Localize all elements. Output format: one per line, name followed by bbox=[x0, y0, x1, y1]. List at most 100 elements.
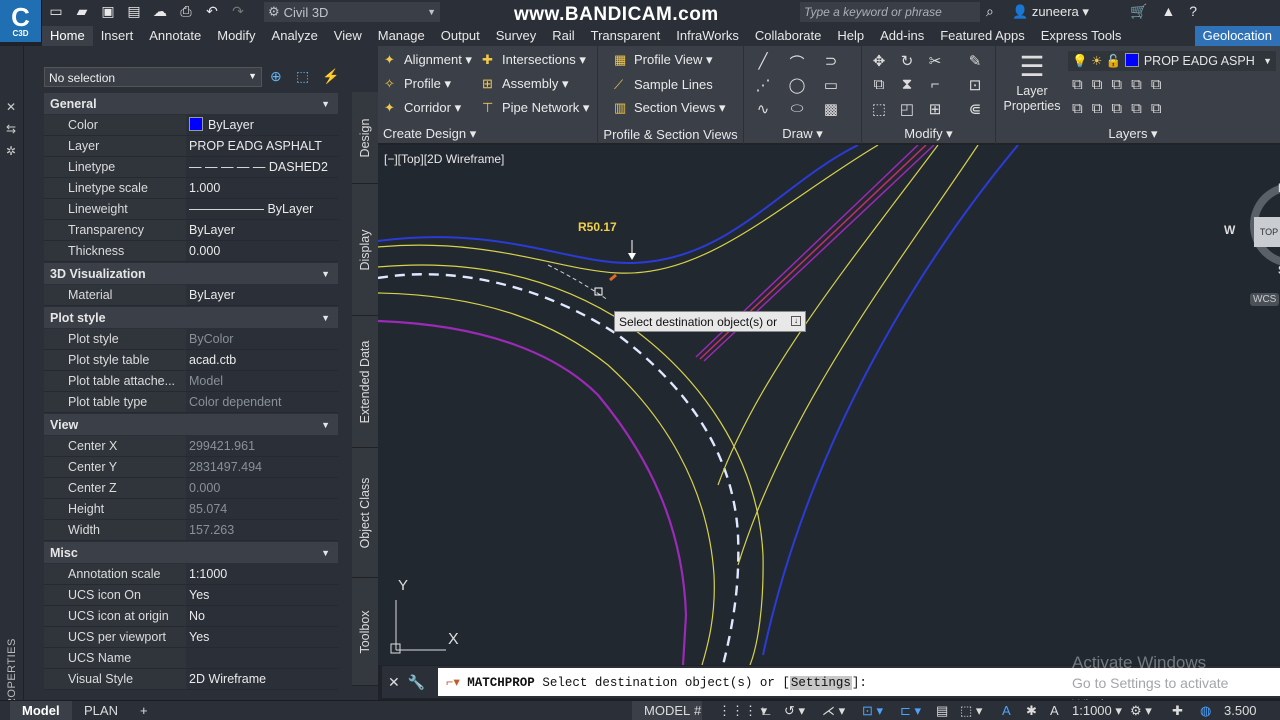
property-row[interactable]: Layer PROP EADG ASPHALT bbox=[44, 136, 338, 157]
draw-title[interactable]: Draw ▾ bbox=[744, 126, 861, 142]
user-account[interactable]: 👤 zuneera ▾ bbox=[1012, 4, 1089, 20]
corridor-button[interactable]: ✦ Corridor ▾ bbox=[384, 100, 461, 116]
offset-icon[interactable]: ⊃ bbox=[822, 52, 840, 70]
property-value[interactable]: 1:1000 bbox=[186, 564, 338, 584]
polar-icon[interactable]: ↺ ▾ bbox=[784, 703, 805, 719]
tab-plan[interactable]: PLAN bbox=[72, 701, 130, 720]
tab-home[interactable]: Home bbox=[42, 26, 93, 46]
property-row[interactable]: Visual Style 2D Wireframe bbox=[44, 669, 338, 690]
viewcube[interactable]: TOP N W S WCS bbox=[1224, 181, 1280, 306]
property-value[interactable]: ByLayer bbox=[186, 115, 338, 135]
alignment-button[interactable]: ✦ Alignment ▾ bbox=[384, 52, 472, 68]
trim-icon[interactable]: ✂ bbox=[926, 52, 944, 70]
property-row[interactable]: Lineweight —————— ByLayer bbox=[44, 199, 338, 220]
tab-manage[interactable]: Manage bbox=[370, 26, 433, 46]
property-value[interactable]: 299421.961 bbox=[186, 436, 338, 456]
category-misc[interactable]: Misc ▼ bbox=[44, 542, 338, 564]
layer-dropdown[interactable]: 💡 ☀ 🔓 PROP EADG ASPH ▼ bbox=[1068, 51, 1276, 71]
property-value[interactable]: 0.000 bbox=[186, 478, 338, 498]
property-row[interactable]: Linetype — — — — — DASHED2 bbox=[44, 157, 338, 178]
redo-icon[interactable]: ↷ bbox=[230, 3, 246, 19]
property-row[interactable]: Height 85.074 bbox=[44, 499, 338, 520]
app-logo[interactable]: C C3D bbox=[0, 0, 42, 42]
property-row[interactable]: UCS icon at origin No bbox=[44, 606, 338, 627]
lineweight-icon[interactable]: ▤ bbox=[936, 703, 948, 719]
annotation-visibility-icon[interactable]: A bbox=[1002, 703, 1011, 718]
rectangle-icon[interactable]: ▭ bbox=[822, 76, 840, 94]
property-row[interactable]: Plot style table acad.ctb bbox=[44, 350, 338, 371]
cart-icon[interactable]: 🛒 bbox=[1130, 3, 1147, 20]
property-value[interactable]: No bbox=[186, 606, 338, 626]
tab-view[interactable]: View bbox=[326, 26, 370, 46]
property-value[interactable]: 2D Wireframe bbox=[186, 669, 338, 689]
isodraft-icon[interactable]: ⋌ ▾ bbox=[822, 703, 845, 719]
construction-line-icon[interactable]: ⋰ bbox=[754, 76, 772, 94]
wcs-badge[interactable]: WCS bbox=[1250, 293, 1280, 306]
tab-geolocation[interactable]: Geolocation bbox=[1194, 26, 1280, 46]
layer-tools-row-2[interactable]: ⧉⧉⧉⧉⧉ bbox=[1072, 100, 1171, 117]
layer-tools-row-1[interactable]: ⧉⧉⧉⧉⧉ bbox=[1072, 76, 1171, 93]
tab-collaborate[interactable]: Collaborate bbox=[747, 26, 830, 46]
property-row[interactable]: UCS Name bbox=[44, 648, 338, 669]
property-value[interactable]: Yes bbox=[186, 627, 338, 647]
close-icon[interactable]: ✕ bbox=[6, 100, 16, 114]
settings-icon[interactable]: ✲ bbox=[6, 144, 16, 158]
array-icon[interactable]: ⊞ bbox=[926, 100, 944, 118]
tab-add-ins[interactable]: Add-ins bbox=[872, 26, 932, 46]
copy-icon[interactable]: ⧉ bbox=[870, 76, 888, 93]
save-icon[interactable]: ▣ bbox=[100, 3, 116, 19]
property-row[interactable]: Width 157.263 bbox=[44, 520, 338, 541]
autodesk-icon[interactable]: ▲ bbox=[1161, 3, 1175, 20]
section-views-button[interactable]: ▥ Section Views ▾ bbox=[614, 100, 726, 116]
cloud-icon[interactable]: ☁ bbox=[152, 3, 168, 19]
property-row[interactable]: Linetype scale 1.000 bbox=[44, 178, 338, 199]
grid-icon[interactable]: # bbox=[694, 703, 701, 718]
category-view[interactable]: View ▼ bbox=[44, 414, 338, 436]
add-layout-icon[interactable]: + bbox=[128, 701, 160, 720]
globe-icon[interactable]: ◍ bbox=[1200, 703, 1211, 719]
property-row[interactable]: Material ByLayer bbox=[44, 285, 338, 306]
drawing-canvas[interactable] bbox=[378, 145, 1280, 665]
profile-view-button[interactable]: ▦ Profile View ▾ bbox=[614, 52, 713, 68]
property-value[interactable]: 85.074 bbox=[186, 499, 338, 519]
property-value[interactable]: 1.000 bbox=[186, 178, 338, 198]
search-icon[interactable]: ⌕ bbox=[986, 3, 994, 20]
print-icon[interactable]: ⎙ bbox=[178, 3, 194, 19]
model-space-toggle[interactable]: MODEL bbox=[632, 701, 703, 720]
wrench-icon[interactable]: 🔧 bbox=[408, 674, 425, 691]
tab-annotate[interactable]: Annotate bbox=[141, 26, 209, 46]
property-row[interactable]: Center X 299421.961 bbox=[44, 436, 338, 457]
help-icon[interactable]: ? bbox=[1189, 3, 1197, 20]
property-value[interactable]: —————— ByLayer bbox=[186, 199, 338, 219]
open-folder-icon[interactable]: ▰ bbox=[74, 3, 90, 19]
property-row[interactable]: Center Z 0.000 bbox=[44, 478, 338, 499]
workspace-selector[interactable]: ⚙ Civil 3D ▼ bbox=[264, 2, 440, 22]
category-general[interactable]: General ▼ bbox=[44, 93, 338, 115]
property-value[interactable]: acad.ctb bbox=[186, 350, 338, 370]
selection-cycling-icon[interactable]: ⬚ ▾ bbox=[960, 703, 982, 719]
annotation-scale-value[interactable]: 1:1000 ▾ bbox=[1072, 703, 1122, 719]
category-3d-visualization[interactable]: 3D Visualization ▼ bbox=[44, 263, 338, 285]
property-value[interactable]: Color dependent bbox=[186, 392, 338, 412]
property-value[interactable]: ByColor bbox=[186, 329, 338, 349]
search-input[interactable]: Type a keyword or phrase bbox=[800, 2, 980, 22]
settings-option[interactable]: Settings bbox=[789, 676, 852, 690]
spline-icon[interactable]: ∿ bbox=[754, 100, 772, 118]
property-row[interactable]: Plot table attache... Model bbox=[44, 371, 338, 392]
move-icon[interactable]: ✥ bbox=[870, 52, 888, 70]
viewcube-top-face[interactable]: TOP bbox=[1254, 217, 1280, 247]
viewport-controls[interactable]: [−][Top][2D Wireframe] bbox=[384, 152, 504, 166]
property-value[interactable]: — — — — — DASHED2 bbox=[186, 157, 338, 177]
toggle-pickadd-icon[interactable]: ⊕ bbox=[270, 68, 282, 85]
autoscale-icon[interactable]: ✱ bbox=[1026, 703, 1037, 719]
profile-button[interactable]: ✧ Profile ▾ bbox=[384, 76, 451, 92]
assembly-button[interactable]: ⊞ Assembly ▾ bbox=[482, 76, 569, 92]
layers-title[interactable]: Layers ▾ bbox=[1076, 126, 1190, 142]
tab-help[interactable]: Help bbox=[829, 26, 872, 46]
pipe-network-button[interactable]: ⊤ Pipe Network ▾ bbox=[482, 100, 589, 116]
new-file-icon[interactable]: ▭ bbox=[48, 3, 64, 19]
property-value[interactable]: Model bbox=[186, 371, 338, 391]
plus-icon[interactable]: ✚ bbox=[1172, 703, 1183, 719]
drawing-viewport[interactable]: [−][Top][2D Wireframe] R50.17 Y X Select… bbox=[378, 145, 1280, 665]
explode-icon[interactable]: ⊡ bbox=[966, 76, 984, 94]
